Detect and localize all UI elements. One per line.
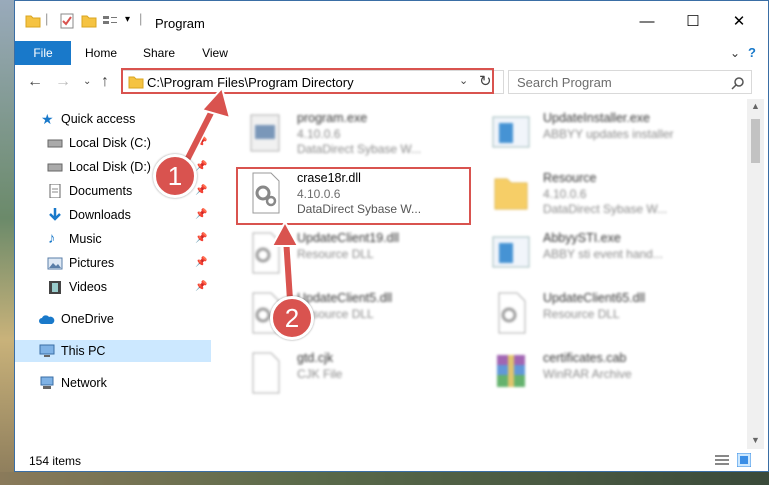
arrow-2-shaft (283, 237, 293, 301)
step-2-badge: 2 (270, 296, 314, 340)
step-1-badge: 1 (153, 154, 197, 198)
annotation-arrows (179, 85, 300, 301)
arrow-1-shaft (181, 103, 218, 168)
arrow-2-head (270, 219, 300, 247)
